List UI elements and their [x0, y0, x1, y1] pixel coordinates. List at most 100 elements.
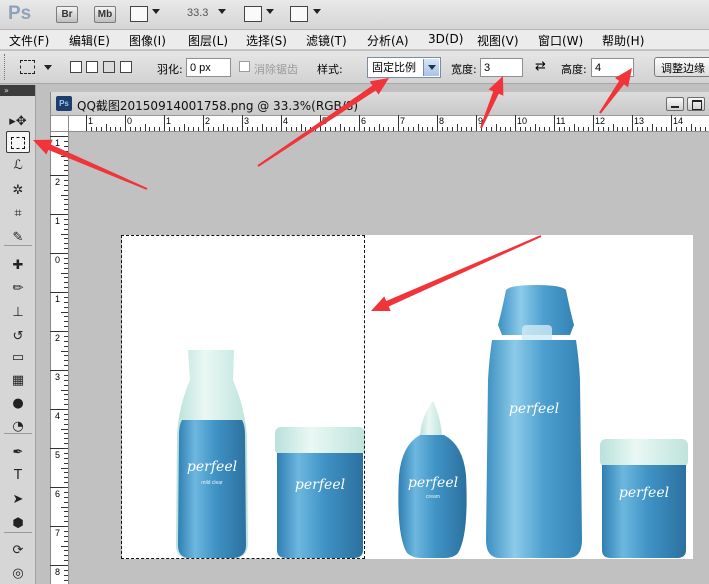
style-select[interactable]: 固定比例	[367, 57, 441, 78]
refine-edge-button[interactable]: 调整边缘	[654, 57, 709, 77]
h-ruler-tick	[310, 127, 312, 131]
menu-window[interactable]: 窗口(W)	[538, 32, 583, 49]
chevron-down-icon[interactable]	[152, 9, 160, 14]
maximize-button[interactable]	[687, 97, 705, 111]
v-ruler-tick	[64, 267, 68, 269]
v-ruler-tick	[64, 550, 68, 552]
menu-view[interactable]: 视图(V)	[477, 32, 519, 49]
document-tab[interactable]: Ps QQ截图20150914001758.png @ 33.3%(RGB/8)	[51, 92, 709, 116]
marquee-selection[interactable]	[121, 235, 365, 559]
horizontal-ruler[interactable]: 1 0 1 2 3 4 5 6 7 8 9 10 11 12 13 14	[69, 115, 709, 132]
brush-tool-icon[interactable]: ✏	[6, 278, 30, 300]
h-ruler-tick	[203, 115, 204, 131]
clone-stamp-tool-icon[interactable]: ⊥	[6, 302, 30, 324]
menu-analysis[interactable]: 分析(A)	[367, 32, 409, 49]
h-ruler-label: 8	[439, 116, 445, 126]
antialias-checkbox[interactable]	[239, 61, 250, 72]
swap-dimensions-icon[interactable]: ⇄	[535, 59, 546, 74]
menu-image[interactable]: 图像(I)	[129, 32, 166, 49]
v-ruler-tick	[64, 326, 68, 328]
marquee-tool-icon[interactable]	[6, 131, 30, 153]
menu-3d[interactable]: 3D(D)	[428, 32, 463, 46]
new-selection-icon[interactable]	[70, 61, 82, 73]
v-ruler-tick	[64, 472, 68, 474]
style-dropdown-chevron-icon[interactable]	[423, 59, 439, 76]
zoom-level[interactable]: 33.3	[187, 7, 208, 19]
type-tool-icon[interactable]: T	[6, 465, 30, 487]
vertical-ruler[interactable]: 1 2 1 0 1 2 3 4 5 6 7 8	[50, 132, 69, 584]
menu-file[interactable]: 文件(F)	[9, 32, 49, 49]
mini-bridge-button[interactable]: Mb	[94, 6, 116, 23]
v-ruler-tick	[64, 340, 68, 342]
menu-edit[interactable]: 编辑(E)	[69, 32, 110, 49]
subtract-selection-icon[interactable]	[103, 61, 115, 73]
arrange-documents-icon[interactable]	[244, 6, 262, 22]
h-ruler-tick	[100, 127, 102, 131]
v-ruler-tick	[50, 253, 68, 254]
h-ruler-label: 4	[283, 116, 289, 126]
v-ruler-tick	[64, 345, 68, 347]
h-ruler-tick	[276, 127, 278, 131]
v-ruler-label: 3	[55, 372, 61, 382]
v-ruler-tick	[64, 238, 68, 240]
v-ruler-tick	[64, 423, 68, 425]
screen-mode-icon[interactable]	[290, 6, 308, 22]
bridge-button[interactable]: Br	[56, 6, 78, 23]
h-ruler-tick	[320, 115, 321, 131]
rect-marquee-preset-icon[interactable]	[20, 60, 35, 74]
healing-brush-tool-icon[interactable]: ✚	[6, 255, 30, 277]
height-input[interactable]: 4	[591, 58, 634, 77]
screen-mode-chevron-down-icon[interactable]	[313, 9, 321, 14]
tools-separator	[4, 433, 32, 434]
h-ruler-label: 5	[322, 116, 328, 126]
3d-orbit-tool-icon[interactable]: ◎	[6, 563, 30, 584]
menu-bar: 文件(F) 编辑(E) 图像(I) 图层(L) 选择(S) 滤镜(T) 分析(A…	[0, 30, 709, 50]
v-ruler-tick	[64, 560, 68, 562]
menu-layer[interactable]: 图层(L)	[188, 32, 228, 49]
pen-tool-icon[interactable]: ✒	[6, 442, 30, 464]
v-ruler-tick	[64, 321, 68, 323]
h-ruler-tick	[583, 127, 585, 131]
arrange-chevron-down-icon[interactable]	[266, 9, 274, 14]
options-grip[interactable]	[4, 54, 7, 80]
style-label: 样式:	[317, 63, 343, 76]
dodge-tool-icon[interactable]: ◔	[6, 416, 30, 438]
tool-preset-chevron-down-icon[interactable]	[44, 65, 52, 70]
minimize-button[interactable]	[666, 97, 684, 111]
eraser-tool-icon[interactable]: ▭	[6, 347, 30, 369]
h-ruler-label: 12	[595, 116, 606, 126]
h-ruler-tick	[700, 127, 702, 131]
menu-filter[interactable]: 滤镜(T)	[306, 32, 347, 49]
h-ruler-tick	[110, 127, 112, 131]
h-ruler-tick	[480, 127, 482, 131]
menu-select[interactable]: 选择(S)	[246, 32, 287, 49]
feather-input[interactable]: 0 px	[186, 58, 231, 77]
h-ruler-tick	[173, 127, 175, 131]
h-ruler-tick	[144, 124, 146, 131]
tools-panel-header[interactable]: »	[0, 85, 35, 96]
width-input[interactable]: 3	[480, 58, 523, 77]
photoshop-window: Ps Br Mb 33.3 文件(F) 编辑(E) 图像(I) 图层(L) 选择…	[0, 0, 709, 584]
gradient-tool-icon[interactable]: ▦	[6, 370, 30, 392]
blur-tool-icon[interactable]: ●	[6, 393, 30, 415]
h-ruler-tick	[363, 127, 365, 131]
h-ruler-tick	[661, 127, 663, 131]
menu-help[interactable]: 帮助(H)	[602, 32, 644, 49]
path-select-tool-icon[interactable]: ➤	[6, 489, 30, 511]
h-ruler-tick	[544, 127, 546, 131]
h-ruler-tick	[359, 115, 360, 131]
history-brush-tool-icon[interactable]: ↺	[6, 326, 30, 348]
zoom-chevron-down-icon[interactable]	[218, 9, 226, 14]
lasso-tool-icon[interactable]: ℒ	[6, 155, 30, 177]
view-extras-icon[interactable]	[130, 6, 148, 22]
quick-select-tool-icon[interactable]: ✲	[6, 180, 30, 202]
3d-rotate-tool-icon[interactable]: ⟳	[6, 540, 30, 562]
crop-tool-icon[interactable]: ⌗	[6, 203, 30, 225]
ruler-origin[interactable]	[51, 116, 69, 132]
h-ruler-label: 7	[400, 116, 406, 126]
v-ruler-tick	[64, 165, 68, 167]
h-ruler-tick	[563, 127, 565, 131]
move-tool-icon[interactable]: ▸✥	[6, 111, 30, 133]
add-to-selection-icon[interactable]	[86, 61, 98, 73]
intersect-selection-icon[interactable]	[120, 61, 132, 73]
